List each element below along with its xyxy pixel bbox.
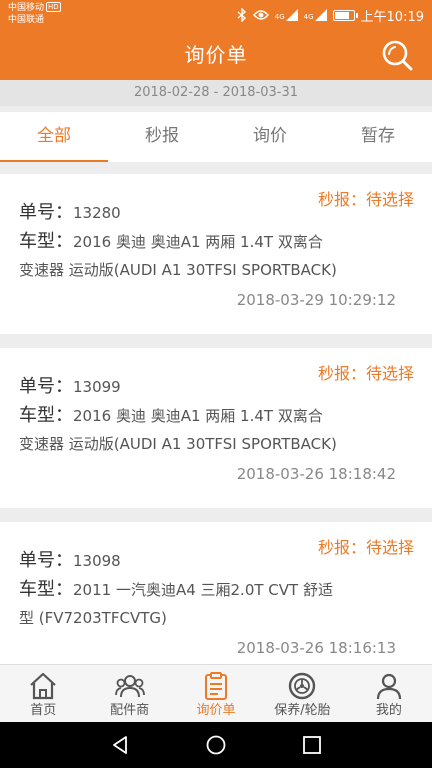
signal-1-label: 4G — [274, 13, 285, 21]
order-number-row: 单号：13280 — [19, 198, 412, 228]
car-model-line2: 变速器 运动版(AUDI A1 30TFSI SPORTBACK) — [19, 261, 337, 279]
date-range-start: 2018-02-28 — [133, 85, 210, 100]
title-bar: 询价单 — [0, 30, 432, 80]
carrier-2: 中国联通 — [8, 15, 45, 25]
bottom-nav: 首页 配件商 询价单 保养/轮胎 我的 — [0, 664, 432, 722]
profile-icon — [376, 673, 401, 700]
car-model-line1: 2016 奥迪 奥迪A1 两厢 1.4T 双离合 — [73, 407, 323, 425]
date-range-separator: - — [209, 85, 223, 100]
battery-icon — [332, 9, 358, 21]
page-title: 询价单 — [184, 43, 248, 67]
order-number-row: 单号：13098 — [19, 546, 412, 576]
car-model-label: 车型： — [19, 579, 73, 600]
nav-profile-label: 我的 — [375, 703, 402, 718]
home-icon — [30, 672, 56, 700]
date-range-end: 2018-03-31 — [222, 85, 299, 100]
recents-icon[interactable] — [302, 735, 322, 755]
order-number-row: 单号：13099 — [19, 372, 412, 402]
bluetooth-icon — [237, 8, 246, 22]
carrier-info: 中国移动 HD 中国联通 — [8, 2, 61, 26]
search-icon[interactable] — [380, 38, 414, 72]
signal-icon-1: 4G — [275, 9, 298, 21]
carrier-1: 中国移动 — [8, 3, 45, 13]
nav-inquiry[interactable]: 询价单 — [173, 665, 259, 722]
car-model-label: 车型： — [19, 405, 73, 426]
nav-home-label: 首页 — [30, 703, 57, 718]
order-number-label: 单号： — [19, 550, 73, 571]
system-nav-bar — [0, 722, 432, 768]
nav-profile[interactable]: 我的 — [346, 665, 432, 722]
order-card[interactable]: 秒报：待选择 单号：13099 车型：2016 奥迪 奥迪A1 两厢 1.4T … — [0, 348, 432, 508]
tab-all[interactable]: 全部 — [0, 112, 108, 162]
back-icon[interactable] — [110, 735, 130, 755]
home-circle-icon[interactable] — [206, 735, 226, 755]
status-icons: 4G 4G 上午10:19 — [237, 0, 424, 30]
hd-badge: HD — [46, 2, 61, 12]
car-model-line1: 2016 奥迪 奥迪A1 两厢 1.4T 双离合 — [73, 233, 323, 251]
signal-2-label: 4G — [303, 13, 314, 21]
order-number: 13098 — [73, 552, 121, 570]
date-range[interactable]: 2018-02-28 - 2018-03-31 — [0, 80, 432, 106]
tab-instant-quote[interactable]: 秒报 — [108, 112, 216, 162]
order-list: 秒报：待选择 单号：13280 车型：2016 奥迪 奥迪A1 两厢 1.4T … — [0, 174, 432, 664]
tab-draft[interactable]: 暂存 — [324, 112, 432, 162]
filter-tabs: 全部 秒报 询价 暂存 — [0, 112, 432, 162]
tire-icon — [289, 672, 316, 700]
car-model-line2: 变速器 运动版(AUDI A1 30TFSI SPORTBACK) — [19, 435, 337, 453]
car-model-row: 车型：2016 奥迪 奥迪A1 两厢 1.4T 双离合 — [19, 227, 412, 257]
nav-inquiry-label: 询价单 — [196, 703, 236, 718]
order-time: 2018-03-26 18:16:13 — [236, 639, 396, 657]
clipboard-icon — [205, 672, 228, 700]
car-model-line2: 型 (FV7203TFCVTG) — [19, 609, 167, 627]
clock: 上午10:19 — [360, 9, 424, 25]
order-number: 13280 — [73, 204, 121, 222]
status-bar: 中国移动 HD 中国联通 4G 4G 上午10:19 — [0, 0, 432, 30]
nav-home[interactable]: 首页 — [0, 665, 86, 722]
nav-maintenance-label: 保养/轮胎 — [274, 703, 331, 718]
car-model-row: 车型：2016 奥迪 奥迪A1 两厢 1.4T 双离合 — [19, 401, 412, 431]
suppliers-icon — [114, 675, 145, 698]
order-card[interactable]: 秒报：待选择 单号：13280 车型：2016 奥迪 奥迪A1 两厢 1.4T … — [0, 174, 432, 334]
signal-icon-2: 4G — [304, 9, 327, 21]
car-model-row: 车型：2011 一汽奥迪A4 三厢2.0T CVT 舒适 — [19, 575, 412, 605]
car-model-label: 车型： — [19, 231, 73, 252]
order-time: 2018-03-26 18:18:42 — [236, 465, 396, 483]
order-number: 13099 — [73, 378, 121, 396]
eye-icon — [252, 10, 269, 20]
order-card[interactable]: 秒报：待选择 单号：13098 车型：2011 一汽奥迪A4 三厢2.0T CV… — [0, 522, 432, 664]
nav-suppliers-label: 配件商 — [110, 703, 150, 718]
order-time: 2018-03-29 10:29:12 — [236, 291, 396, 309]
car-model-line1: 2011 一汽奥迪A4 三厢2.0T CVT 舒适 — [73, 581, 333, 599]
order-number-label: 单号： — [19, 202, 73, 223]
nav-maintenance[interactable]: 保养/轮胎 — [259, 665, 345, 722]
tab-inquiry[interactable]: 询价 — [216, 112, 324, 162]
order-number-label: 单号： — [19, 376, 73, 397]
nav-suppliers[interactable]: 配件商 — [86, 665, 172, 722]
